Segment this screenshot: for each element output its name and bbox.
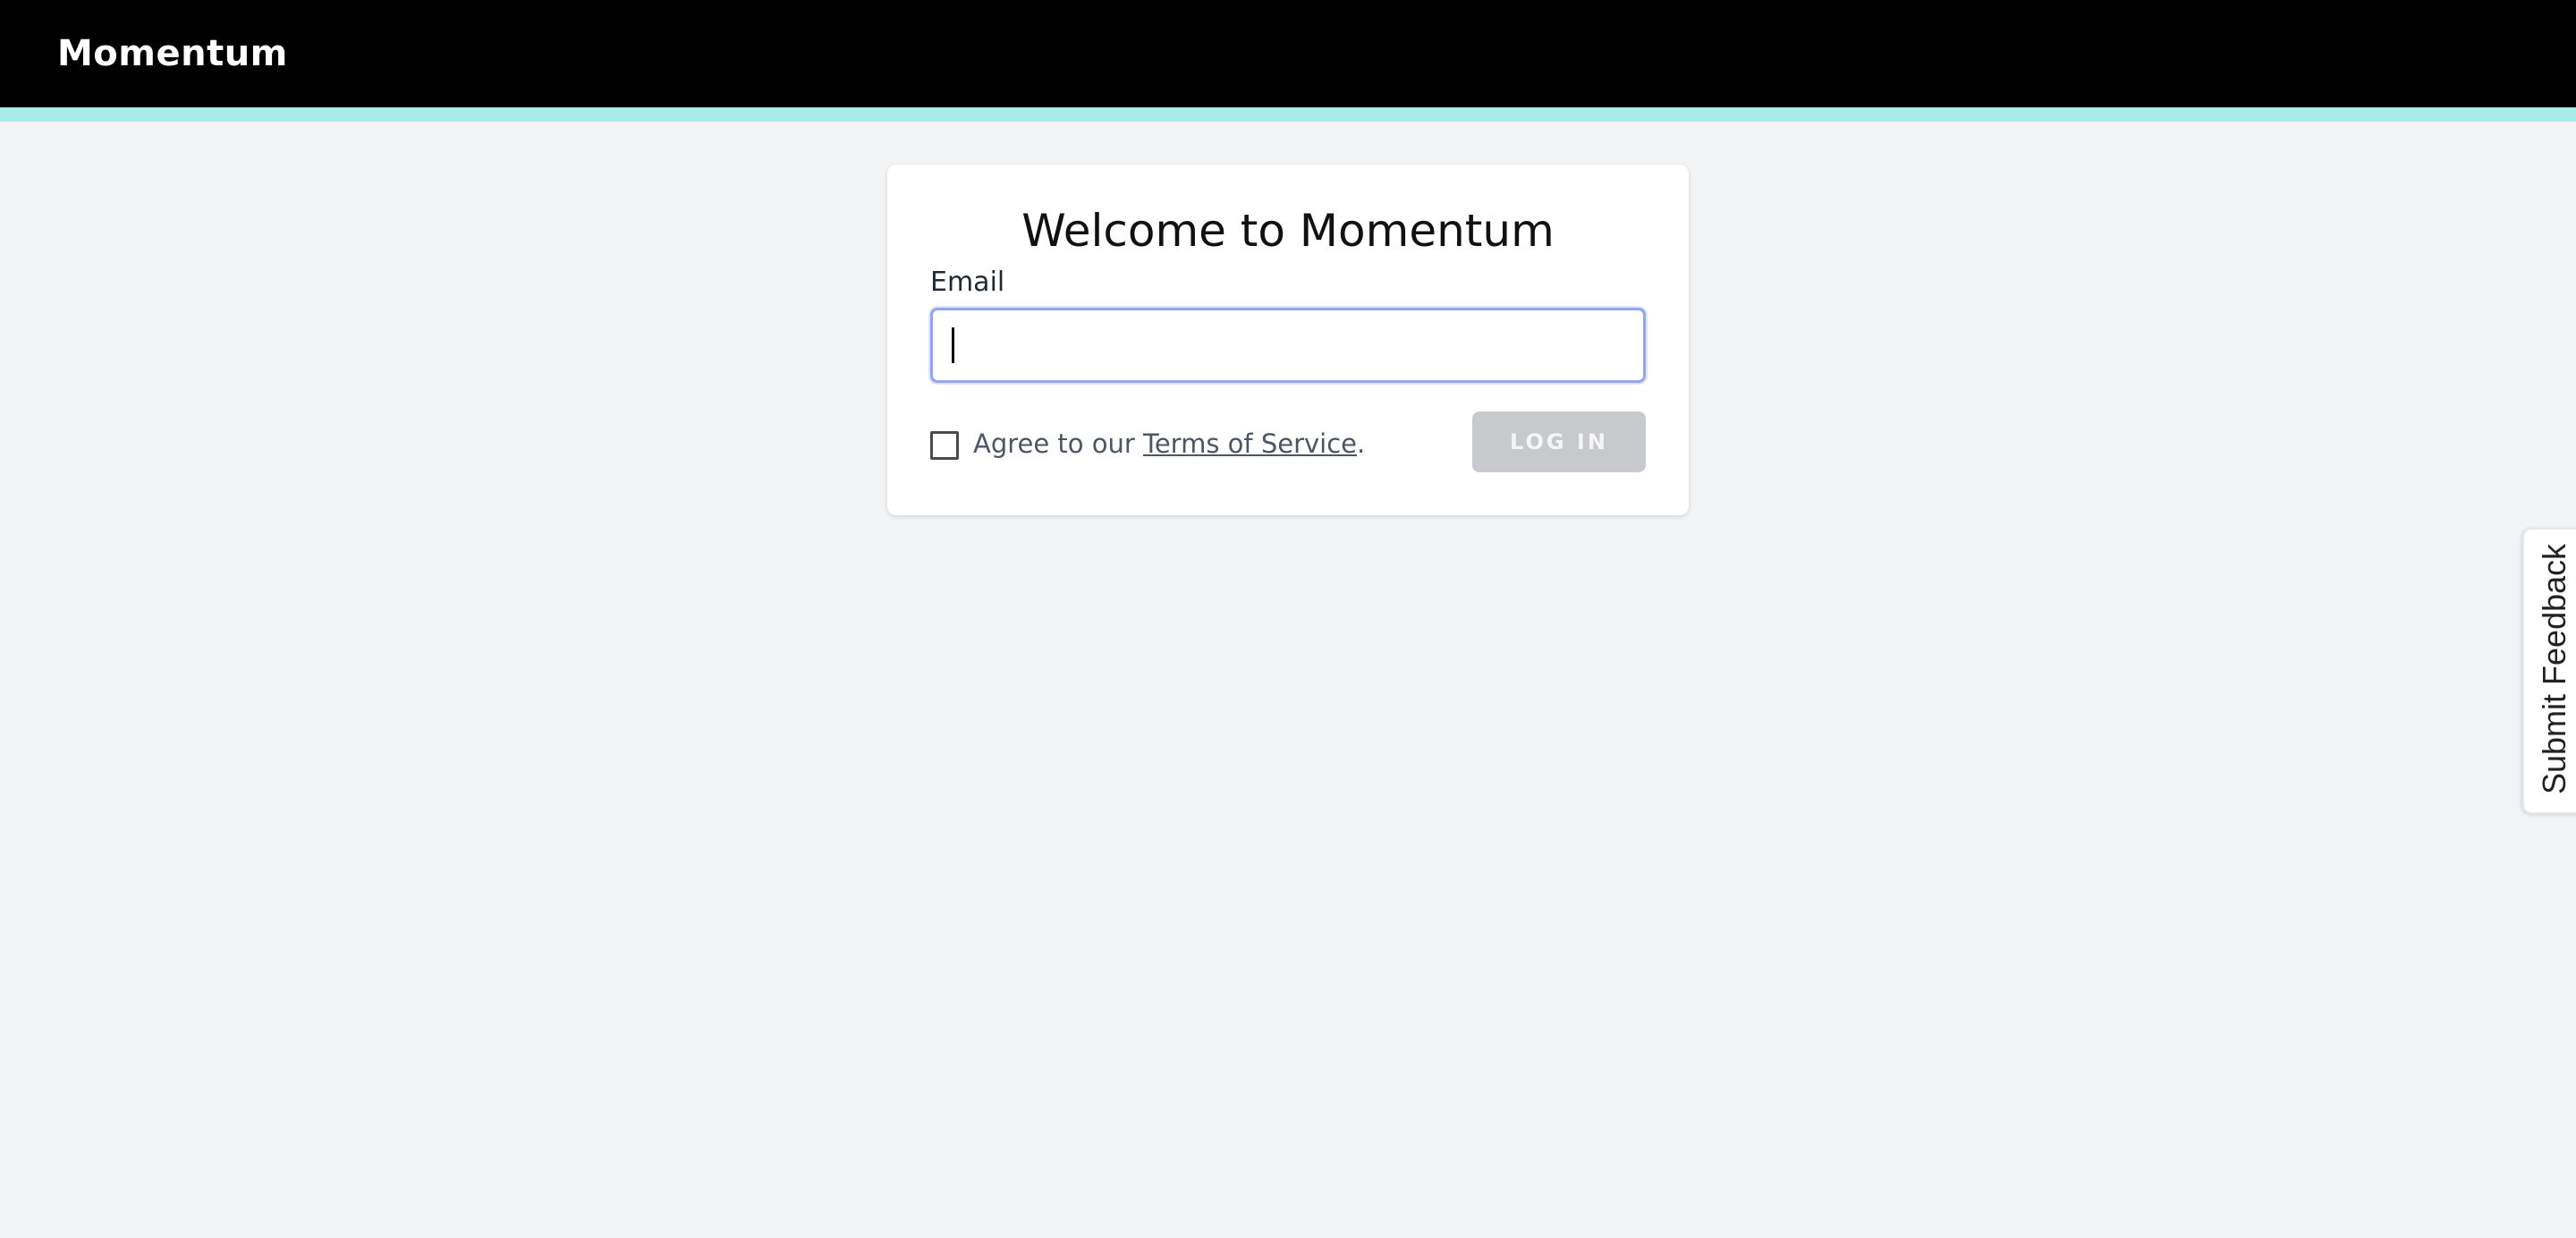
text-cursor — [952, 327, 954, 363]
terms-checkbox[interactable] — [930, 431, 959, 460]
top-navbar: Momentum — [0, 0, 2576, 107]
brand-logo-text[interactable]: Momentum — [57, 30, 288, 77]
agree-suffix: . — [1357, 428, 1366, 459]
terms-of-service-link[interactable]: Terms of Service — [1143, 428, 1357, 459]
email-label: Email — [930, 267, 1005, 298]
submit-feedback-label: Submit Feedback — [2536, 543, 2572, 794]
submit-feedback-tab[interactable]: Submit Feedback — [2522, 528, 2576, 814]
email-field[interactable] — [930, 308, 1646, 383]
accent-strip — [0, 107, 2576, 122]
login-button[interactable]: LOG IN — [1472, 411, 1646, 472]
terms-agreement-text: Agree to our Terms of Service. — [973, 426, 1365, 462]
page-title: Welcome to Momentum — [1021, 205, 1555, 257]
agree-prefix: Agree to our — [973, 428, 1144, 459]
login-card: Welcome to Momentum Email Agree to our T… — [887, 165, 1689, 515]
